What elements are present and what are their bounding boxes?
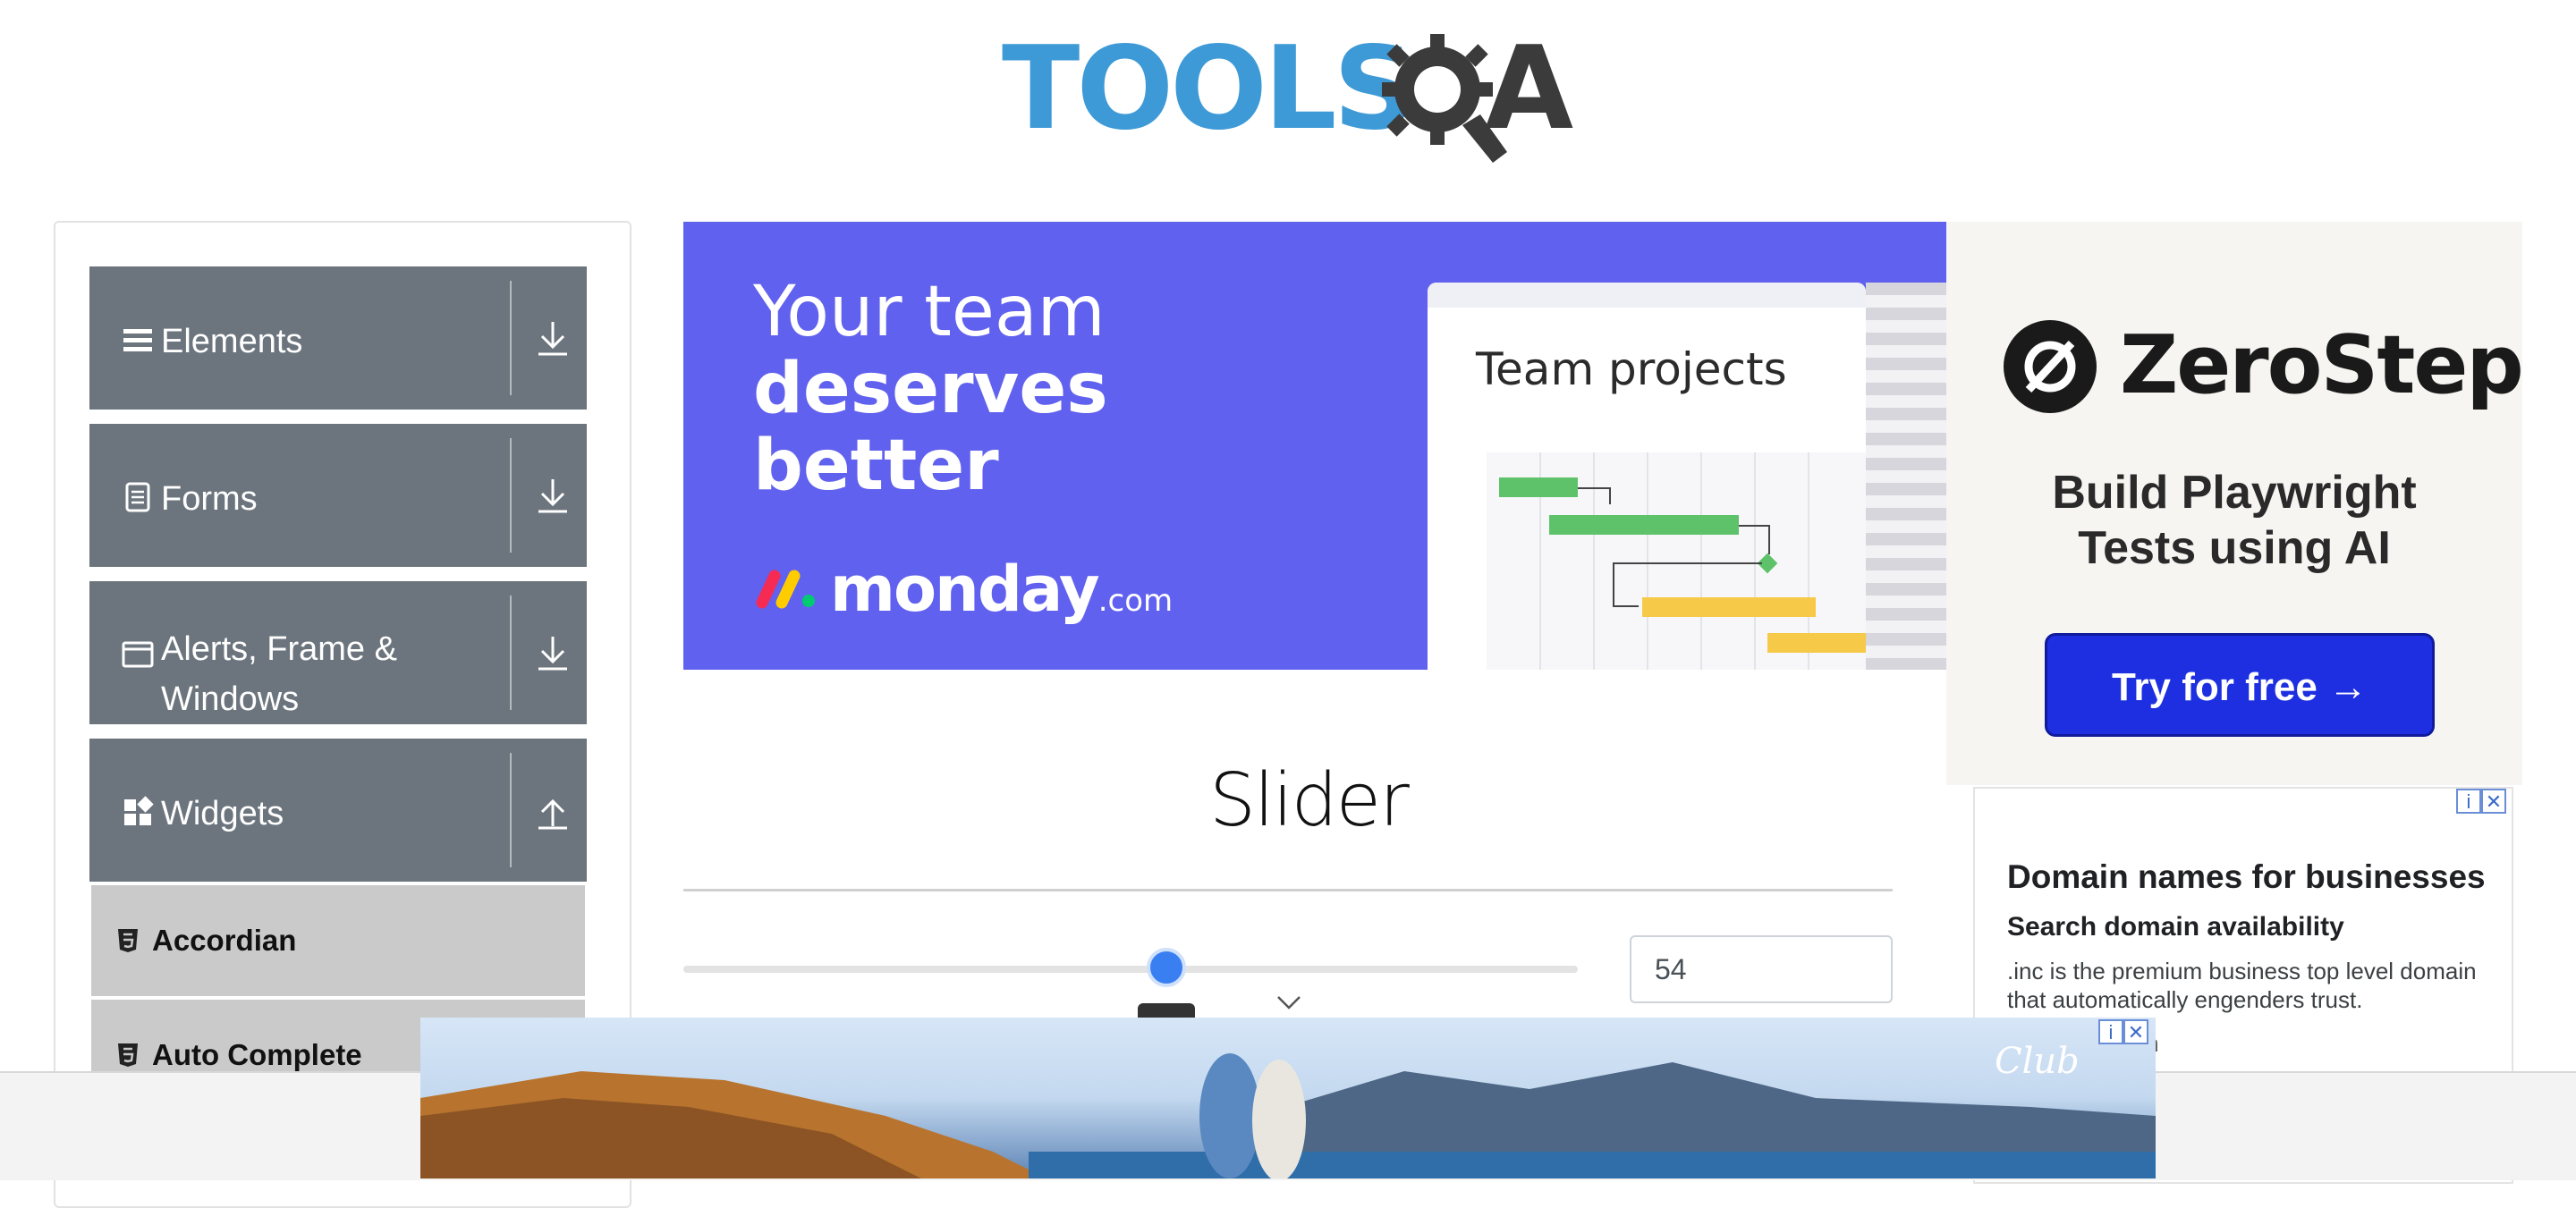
download-icon (538, 479, 567, 513)
partial-spreadsheet (1866, 283, 1946, 670)
window-icon (122, 641, 154, 668)
logo-letter-a: A (1485, 22, 1574, 156)
slider-track[interactable] (683, 966, 1578, 973)
ad-info-icon[interactable]: i (2456, 789, 2481, 814)
divider (510, 281, 512, 395)
tagline-line1: Build Playwright (2052, 467, 2417, 519)
html5-icon (118, 929, 138, 952)
sidebar-group-label: Forms (161, 480, 258, 518)
title-divider (683, 889, 1893, 891)
domain-ad-text: .inc is the premium business top level d… (2007, 958, 2477, 1013)
sidebar-group-label: Widgets (161, 795, 284, 832)
document-icon (125, 482, 150, 512)
coastline-image (420, 1053, 2156, 1178)
sidebar-group-label: Alerts, Frame & Windows (161, 630, 397, 718)
toolsqa-logo[interactable]: TOOLS A (1002, 22, 1583, 163)
zerostep-logo-icon (2004, 320, 2097, 413)
team-projects-card: Team projects (1428, 283, 1866, 670)
ad-headline-line2: deserves (753, 349, 1108, 429)
slider-value-input[interactable]: 54 (1630, 935, 1893, 1003)
hamburger-icon (123, 329, 152, 351)
brand-name: monday (830, 553, 1100, 626)
zerostep-tagline: Build Playwright Tests using AI (1946, 465, 2522, 576)
ad-headline: Your team deserves better (753, 274, 1108, 504)
card-titlebar (1428, 283, 1866, 308)
sidebar-group-elements[interactable]: Elements (89, 266, 587, 410)
ad-info-icon[interactable]: i (2098, 1019, 2123, 1044)
domain-ad-title: Domain names for businesses (2007, 858, 2486, 895)
chevron-down-icon[interactable] (1275, 994, 1302, 1010)
ad-headline-line3: better (753, 426, 999, 506)
club-brand-logo: Club (1995, 1041, 2080, 1082)
ad-close-icon[interactable]: ✕ (2123, 1019, 2148, 1044)
divider (510, 753, 512, 867)
gantt-bars (1499, 452, 1866, 670)
slider-thumb[interactable] (1147, 948, 1186, 987)
html5-icon (118, 1043, 138, 1067)
tagline-line2: Tests using AI (2078, 522, 2391, 574)
sidebar-item-label: Auto Complete (152, 1038, 362, 1071)
bottom-banner-ad[interactable]: Club i ✕ (420, 1018, 2156, 1178)
ad-close-icon[interactable]: ✕ (2481, 789, 2506, 814)
monday-ad-banner[interactable]: Your team deserves better monday.com Tea… (683, 222, 1946, 670)
try-for-free-button[interactable]: Try for free → (2045, 633, 2435, 737)
brand-suffix: .com (1097, 583, 1174, 619)
page-title: Slider (1209, 758, 1410, 843)
sidebar-group-alerts[interactable]: Alerts, Frame & Windows (89, 581, 587, 724)
zerostep-ad[interactable]: ZeroStep Build Playwright Tests using AI… (1946, 222, 2522, 785)
divider (510, 438, 512, 553)
sidebar-group-forms[interactable]: Forms (89, 424, 587, 567)
sidebar-group-label: Elements (161, 323, 303, 360)
ad-headline-line1: Your team (753, 272, 1106, 352)
divider (510, 596, 512, 710)
zerostep-name: ZeroStep (2120, 318, 2522, 412)
sidebar-group-widgets[interactable]: Widgets (89, 739, 587, 882)
upload-icon (538, 798, 567, 830)
gantt-chart (1487, 452, 1866, 670)
widgets-icon (124, 796, 154, 825)
logo-text: TOOLS (1002, 22, 1416, 156)
download-icon (538, 322, 567, 356)
monday-brand-text: monday.com (830, 553, 1173, 626)
sidebar-item-accordian[interactable]: Accordian (91, 885, 585, 996)
card-title: Team projects (1476, 343, 1787, 395)
domain-ad-subtitle: Search domain availability (2007, 912, 2344, 942)
sidebar-item-label: Accordian (152, 924, 297, 957)
download-icon (538, 637, 567, 671)
monday-mark-icon (756, 570, 815, 609)
